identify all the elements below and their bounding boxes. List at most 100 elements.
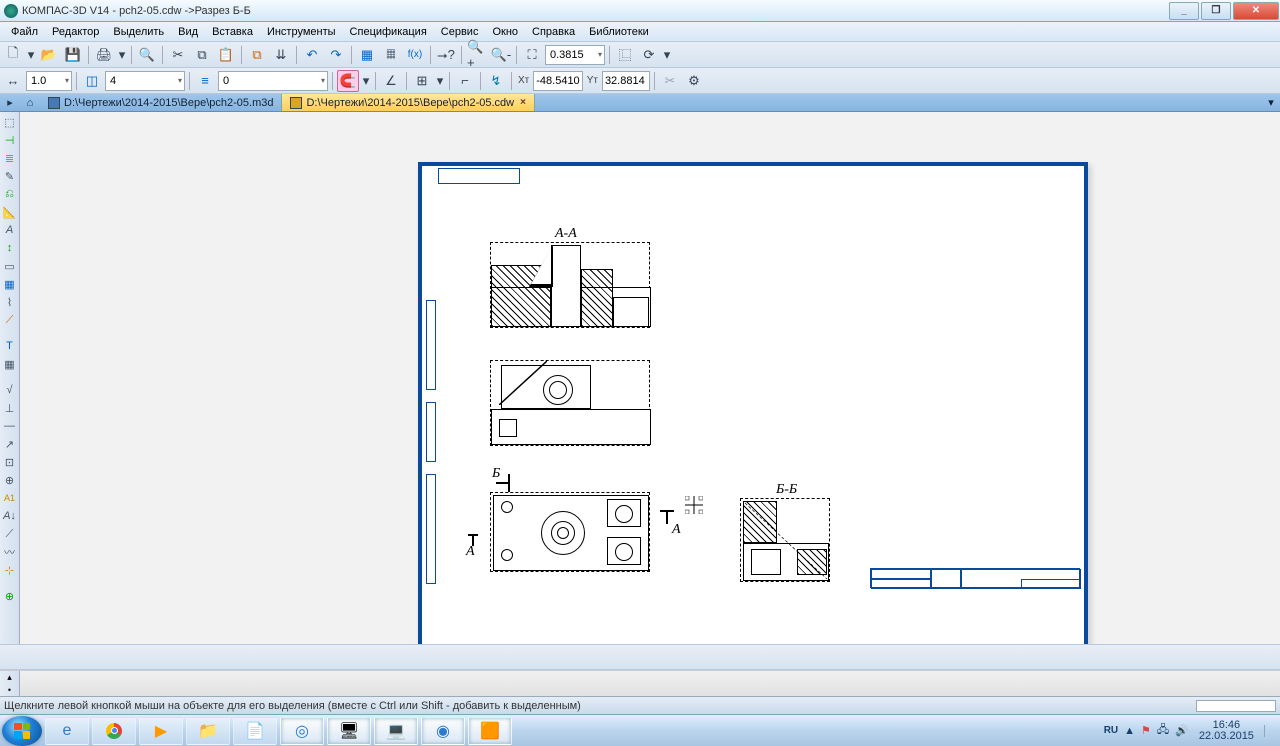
- start-button[interactable]: [2, 716, 42, 746]
- taskbar-app5-icon[interactable]: 🟧: [468, 717, 512, 745]
- copy-props-button[interactable]: ⇊: [270, 44, 292, 66]
- canvas[interactable]: А-А Б: [20, 112, 1280, 644]
- maximize-button[interactable]: ❐: [1201, 2, 1231, 20]
- taskbar-app2-icon[interactable]: 🖥: [327, 717, 371, 745]
- linetype-icon[interactable]: ≡: [194, 70, 216, 92]
- print-button[interactable]: 🖨: [93, 44, 115, 66]
- measure-icon[interactable]: 📐: [2, 204, 18, 220]
- close-button[interactable]: ✕: [1233, 2, 1279, 20]
- zoom-in-button[interactable]: 🔍+: [466, 44, 488, 66]
- redo-button[interactable]: ↷: [325, 44, 347, 66]
- grid-dropdown[interactable]: ▾: [662, 44, 672, 66]
- menu-select[interactable]: Выделить: [106, 24, 171, 40]
- menu-view[interactable]: Вид: [171, 24, 205, 40]
- menu-insert[interactable]: Вставка: [205, 24, 260, 40]
- table-icon[interactable]: ▭: [2, 258, 18, 274]
- taskbar-media-icon[interactable]: ▶: [139, 717, 183, 745]
- tray-vol-icon[interactable]: 🔊: [1175, 724, 1189, 737]
- arrow-icon[interactable]: A↓: [2, 508, 18, 524]
- taskbar-app3-icon[interactable]: 💻: [374, 717, 418, 745]
- tray-flag-icon[interactable]: ▲: [1124, 725, 1135, 737]
- tab-close-icon[interactable]: ×: [520, 97, 526, 108]
- taskbar-explorer-icon[interactable]: 📁: [186, 717, 230, 745]
- angle-button[interactable]: ∠: [380, 70, 402, 92]
- layer-combo[interactable]: 4▾: [105, 71, 185, 91]
- tray-clock[interactable]: 16:46 22.03.2015: [1199, 720, 1254, 742]
- rough-icon[interactable]: √: [2, 382, 18, 398]
- lead-icon[interactable]: ↗: [2, 436, 18, 452]
- menu-edit[interactable]: Редактор: [45, 24, 106, 40]
- tol-icon[interactable]: A1: [2, 490, 18, 506]
- zoom-out-button[interactable]: 🔍-: [490, 44, 512, 66]
- menu-libs[interactable]: Библиотеки: [582, 24, 656, 40]
- open-button[interactable]: 📂: [38, 44, 60, 66]
- zoom-fit-button[interactable]: ⛶: [521, 44, 543, 66]
- wave-icon[interactable]: 〰: [2, 544, 18, 560]
- fx-button[interactable]: f(x): [404, 44, 426, 66]
- print-dropdown[interactable]: ▾: [117, 44, 127, 66]
- paste-button[interactable]: 📋: [215, 44, 237, 66]
- copy-button[interactable]: ⧉: [191, 44, 213, 66]
- options-button[interactable]: ⚙: [683, 70, 705, 92]
- properties-button[interactable]: ⧉: [246, 44, 268, 66]
- taskbar-chrome-icon[interactable]: [92, 717, 136, 745]
- taskbar-app1-icon[interactable]: 📄: [233, 717, 277, 745]
- base-icon[interactable]: ⊥: [2, 400, 18, 416]
- snap-dropdown[interactable]: ▾: [361, 70, 371, 92]
- help-pointer-button[interactable]: ⭢?: [435, 44, 457, 66]
- taskbar-ie-icon[interactable]: e: [45, 717, 89, 745]
- dimensions-icon[interactable]: ⊣: [2, 132, 18, 148]
- tray-showdesktop[interactable]: [1264, 725, 1274, 737]
- doc-tab-1[interactable]: D:\Чертежи\2014-2015\Вере\pch2-05.m3d: [40, 94, 282, 111]
- break-icon[interactable]: ⌇: [2, 294, 18, 310]
- step-icon[interactable]: ↔: [2, 70, 24, 92]
- layer-icon[interactable]: ◫: [81, 70, 103, 92]
- params-icon[interactable]: ⎌: [2, 186, 18, 202]
- menu-help[interactable]: Справка: [525, 24, 582, 40]
- geometry-icon[interactable]: ⬚: [2, 114, 18, 130]
- grid-button[interactable]: ⊞: [411, 70, 433, 92]
- tray-net-icon[interactable]: 🖧: [1157, 721, 1169, 740]
- tabs-expand-icon[interactable]: ▾: [1262, 94, 1280, 111]
- snap-toggle[interactable]: 🧲: [337, 70, 359, 92]
- text-a-icon[interactable]: A: [2, 222, 18, 238]
- text-tool-icon[interactable]: T: [2, 338, 18, 354]
- taskbar-app4-icon[interactable]: ◉: [421, 717, 465, 745]
- save-button[interactable]: 💾: [62, 44, 84, 66]
- menu-window[interactable]: Окно: [485, 24, 525, 40]
- taskbar-kompas-icon[interactable]: ◎: [280, 717, 324, 745]
- tray-action-icon[interactable]: ⚑: [1141, 724, 1151, 737]
- show-all-button[interactable]: ⿺: [614, 44, 636, 66]
- break-button[interactable]: ✂: [659, 70, 681, 92]
- ortho-button[interactable]: ⌐: [454, 70, 476, 92]
- symbols-icon[interactable]: ≣: [2, 150, 18, 166]
- section-icon[interactable]: ⟋: [2, 526, 18, 542]
- tray-lang[interactable]: RU: [1104, 725, 1118, 736]
- menu-service[interactable]: Сервис: [434, 24, 486, 40]
- preview-button[interactable]: 🔍: [136, 44, 158, 66]
- tab-home-icon[interactable]: ⌂: [20, 94, 40, 111]
- grid-dd[interactable]: ▾: [435, 70, 445, 92]
- menu-tools[interactable]: Инструменты: [260, 24, 343, 40]
- statusbar-pager[interactable]: [1196, 700, 1276, 712]
- refresh-button[interactable]: ⟳: [638, 44, 660, 66]
- tab-arrow-icon[interactable]: ▸: [0, 94, 20, 111]
- menu-spec[interactable]: Спецификация: [343, 24, 434, 40]
- y-coord[interactable]: 32.8814: [602, 71, 650, 91]
- center-icon[interactable]: ⊹: [2, 562, 18, 578]
- zoom-combo[interactable]: 0.3815▾: [545, 45, 605, 65]
- table-tool-icon[interactable]: ▦: [2, 356, 18, 372]
- undo-button[interactable]: ↶: [301, 44, 323, 66]
- pos-icon[interactable]: ⊕: [2, 472, 18, 488]
- new-button[interactable]: 🗋: [2, 44, 24, 66]
- break2-icon[interactable]: ⟋: [2, 312, 18, 328]
- panel-pin-icon[interactable]: •: [2, 684, 18, 697]
- manager-button[interactable]: ▦: [356, 44, 378, 66]
- panel-up-icon[interactable]: ▴: [2, 671, 18, 684]
- cut-button[interactable]: ✂: [167, 44, 189, 66]
- linetype-combo[interactable]: 0▾: [218, 71, 328, 91]
- variables-button[interactable]: 𝄜: [380, 44, 402, 66]
- local-cs-button[interactable]: ↯: [485, 70, 507, 92]
- table2-icon[interactable]: ▦: [2, 276, 18, 292]
- edit-icon[interactable]: ✎: [2, 168, 18, 184]
